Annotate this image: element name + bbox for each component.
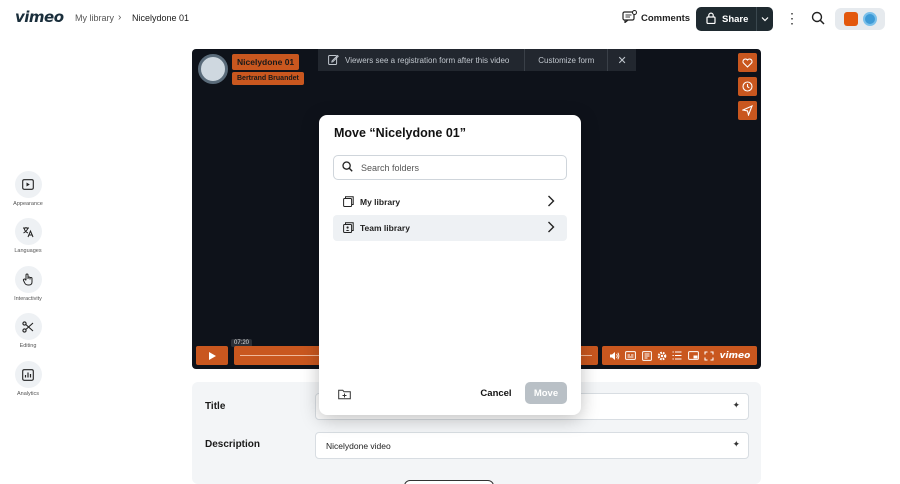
dialog-title: Move “Nicelydone 01” [334, 126, 466, 140]
library-icon [343, 195, 354, 209]
move-video-dialog: Move “Nicelydone 01” My library Team lib… [319, 115, 581, 415]
team-library-icon [343, 221, 354, 235]
new-folder-icon[interactable] [338, 387, 351, 405]
folder-search[interactable] [333, 155, 567, 180]
cancel-button[interactable]: Cancel [473, 382, 519, 404]
folder-label: Team library [360, 223, 410, 233]
search-icon [342, 159, 353, 177]
folder-label: My library [360, 197, 401, 207]
search-folders-input[interactable] [361, 162, 551, 173]
chevron-right-icon [547, 221, 555, 235]
move-button[interactable]: Move [525, 382, 567, 404]
chevron-right-icon [547, 195, 555, 209]
folder-item-team-library[interactable]: Team library [333, 215, 567, 241]
folder-item-my-library[interactable]: My library [333, 189, 567, 215]
